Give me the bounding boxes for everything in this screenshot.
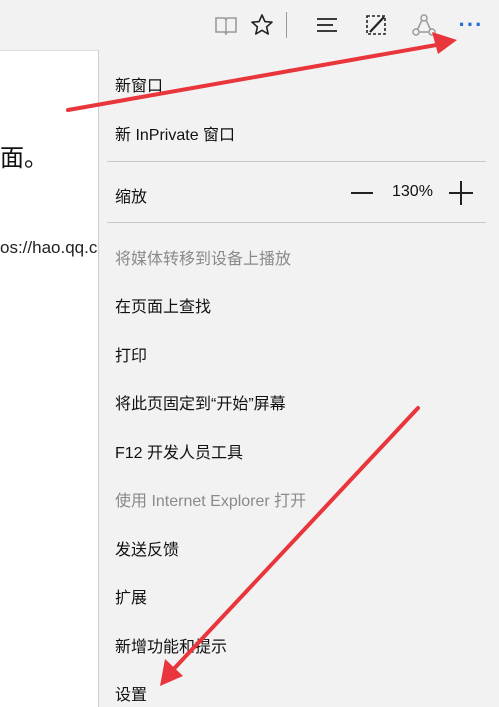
- menu-item-new-window[interactable]: 新窗口: [115, 72, 163, 96]
- menu-item-settings[interactable]: 设置: [115, 681, 147, 705]
- reading-view-icon[interactable]: [209, 8, 243, 42]
- menu-item-extensions[interactable]: 扩展: [115, 584, 147, 608]
- web-note-icon[interactable]: [359, 8, 393, 42]
- zoom-level-value: 130%: [392, 183, 433, 200]
- page-heading-fragment: 面。: [0, 145, 48, 172]
- share-icon[interactable]: [407, 8, 441, 42]
- menu-item-whats-new-and-tips[interactable]: 新增功能和提示: [115, 633, 227, 657]
- menu-divider: [107, 222, 486, 223]
- more-actions-menu: 新窗口 新 InPrivate 窗口 缩放 130% 将媒体转移到设备上播放 在…: [98, 50, 499, 707]
- menu-item-send-feedback[interactable]: 发送反馈: [115, 536, 179, 560]
- menu-item-open-with-ie: 使用 Internet Explorer 打开: [115, 493, 307, 510]
- toolbar-divider: [286, 12, 287, 38]
- menu-item-new-inprivate-window[interactable]: 新 InPrivate 窗口: [115, 121, 235, 145]
- hub-icon[interactable]: [310, 8, 344, 42]
- menu-divider: [107, 161, 486, 162]
- browser-toolbar: ···: [0, 0, 499, 51]
- menu-item-zoom-label: 缩放: [115, 189, 148, 206]
- zoom-in-button[interactable]: [449, 181, 473, 205]
- menu-item-pin-to-start[interactable]: 将此页固定到“开始”屏幕: [115, 390, 286, 414]
- menu-item-print[interactable]: 打印: [115, 342, 147, 366]
- menu-item-f12-developer-tools[interactable]: F12 开发人员工具: [115, 439, 243, 463]
- menu-item-cast-media: 将媒体转移到设备上播放: [115, 251, 292, 268]
- zoom-out-button[interactable]: [351, 192, 373, 194]
- more-icon[interactable]: ···: [451, 6, 491, 44]
- favorite-star-icon[interactable]: [245, 8, 279, 42]
- page-url-fragment: os://hao.qq.c: [0, 238, 98, 257]
- menu-item-find-on-page[interactable]: 在页面上查找: [115, 293, 211, 317]
